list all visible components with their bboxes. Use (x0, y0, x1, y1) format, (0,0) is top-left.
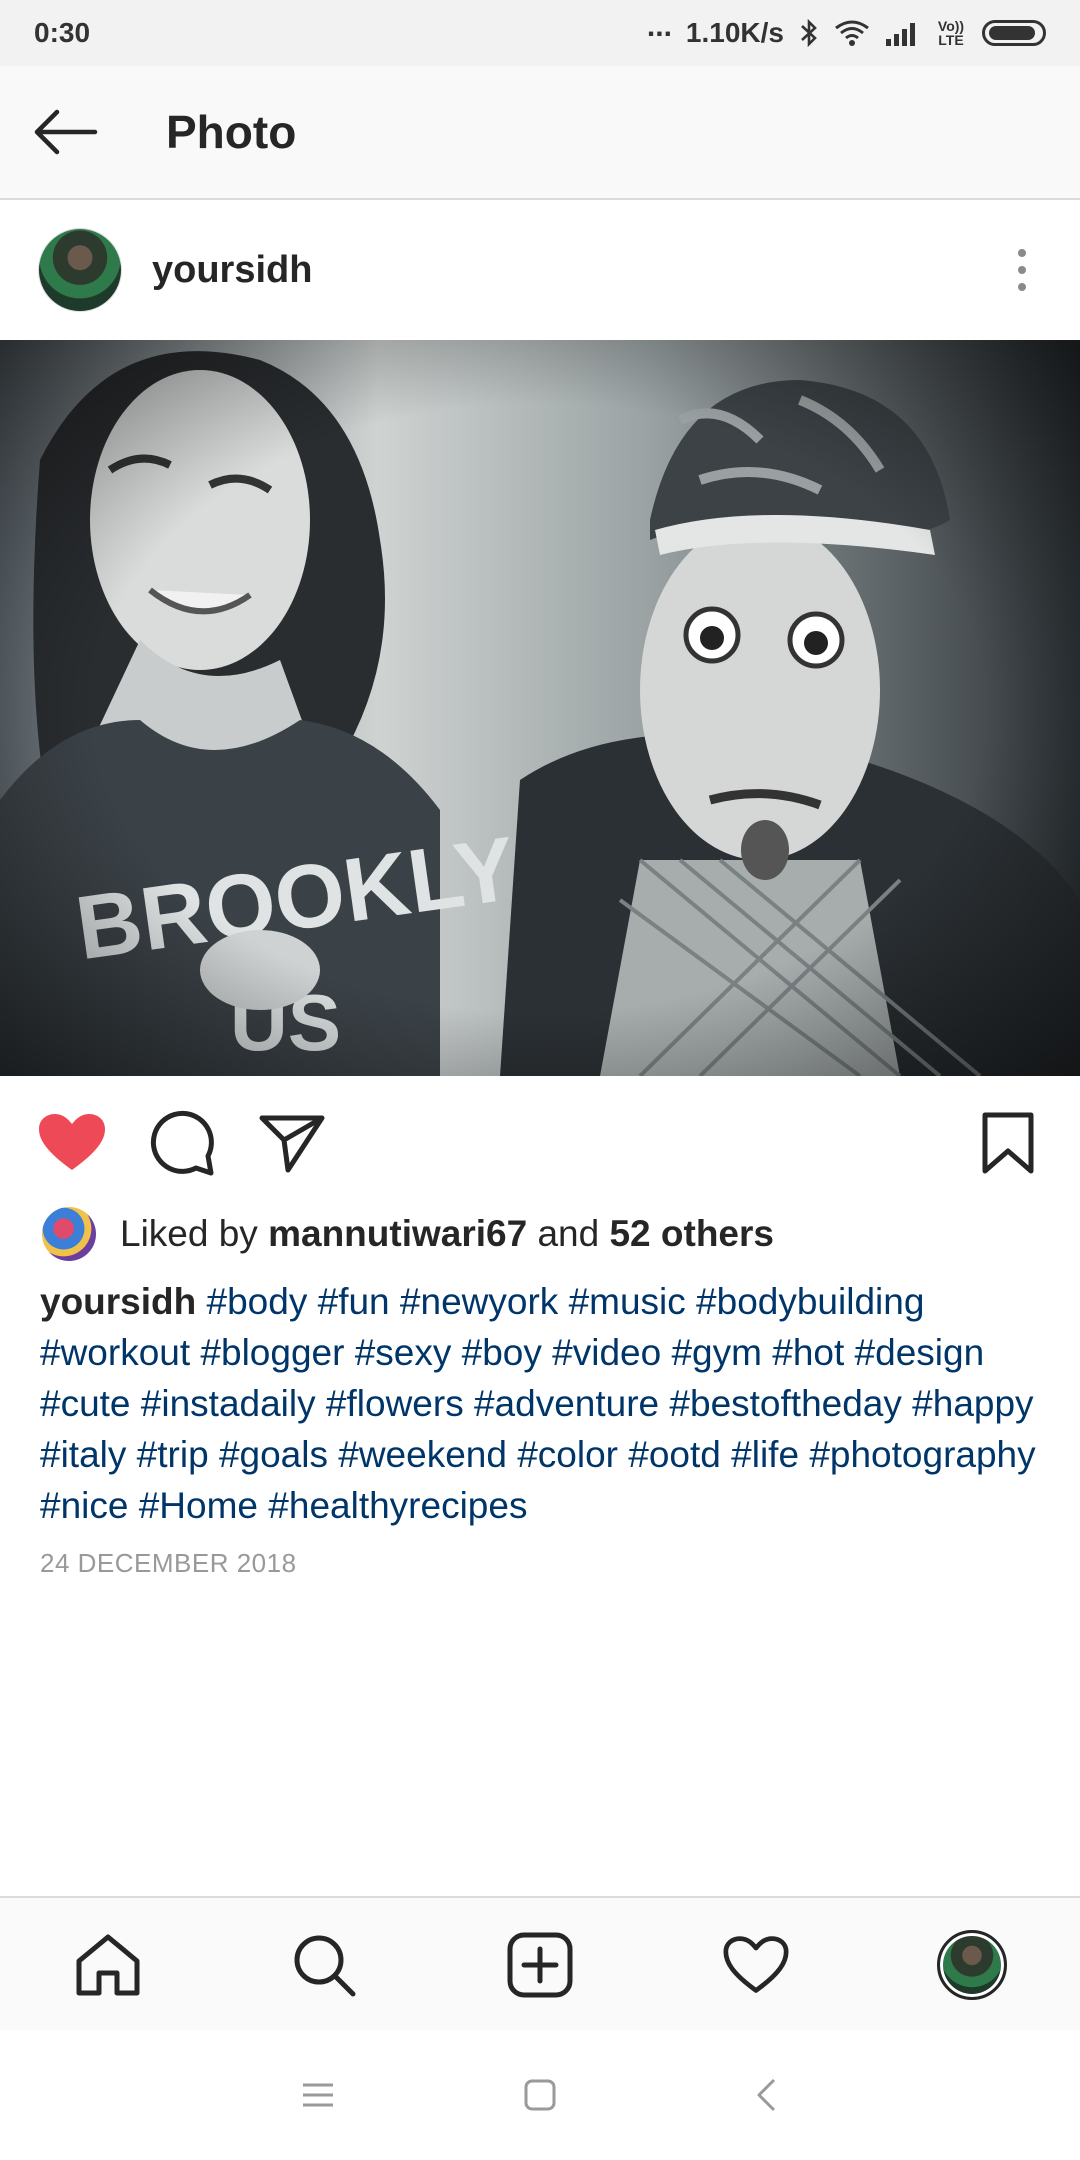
hashtag-link[interactable]: #blogger (200, 1332, 344, 1373)
arrow-left-icon (34, 109, 98, 155)
hashtag-link[interactable]: #italy (40, 1434, 126, 1475)
hashtag-link[interactable]: #flowers (326, 1383, 464, 1424)
post-author-avatar[interactable] (38, 228, 122, 312)
status-time: 0:30 (34, 17, 91, 48)
status-dots: ... (646, 10, 672, 43)
nav-search[interactable] (264, 1898, 384, 2032)
likes-conjunction: and (537, 1213, 600, 1254)
hashtag-link[interactable]: #bodybuilding (696, 1281, 924, 1322)
hashtag-link[interactable]: #newyork (400, 1281, 558, 1322)
hashtag-link[interactable]: #life (731, 1434, 799, 1475)
hashtag-link[interactable]: #weekend (338, 1434, 507, 1475)
hashtag-link[interactable]: #bestoftheday (669, 1383, 901, 1424)
more-dot (1018, 283, 1026, 291)
hashtag-link[interactable]: #photography (809, 1434, 1035, 1475)
volte-icon: Vo)) LTE (937, 18, 965, 48)
bookmark-icon (982, 1112, 1034, 1174)
hashtag-link[interactable]: #boy (462, 1332, 542, 1373)
nav-new-post[interactable] (480, 1898, 600, 2032)
hashtag-link[interactable]: #gym (671, 1332, 761, 1373)
menu-icon (303, 2083, 333, 2107)
post-header: yoursidh (0, 200, 1080, 340)
hashtag-link[interactable]: #Home (139, 1485, 258, 1526)
page-title: Photo (166, 106, 297, 158)
hashtag-link[interactable]: #instadaily (141, 1383, 316, 1424)
nav-home[interactable] (48, 1898, 168, 2032)
hashtag-link[interactable]: #color (517, 1434, 618, 1475)
post-caption: yoursidh #body #fun #newyork #music #bod… (40, 1276, 1040, 1531)
more-vertical-icon (1018, 249, 1026, 257)
network-speed: 1.10K/s (685, 17, 784, 48)
heart-filled-icon (39, 1114, 105, 1170)
bluetooth-icon (801, 18, 817, 48)
likes-summary[interactable]: Liked by mannutiwari67 and 52 others (42, 1204, 774, 1264)
home-icon (76, 1934, 140, 1996)
system-home-button[interactable] (490, 2030, 590, 2160)
battery-icon (982, 20, 1046, 46)
status-icons: ... 1.10K/s Vo)) LTE (647, 10, 1046, 50)
hashtag-link[interactable]: #adventure (474, 1383, 659, 1424)
signal-icon (886, 23, 915, 46)
hashtag-link[interactable]: #workout (40, 1332, 190, 1373)
search-icon (294, 1935, 356, 1997)
like-button[interactable] (30, 1100, 114, 1186)
hashtag-link[interactable]: #video (552, 1332, 661, 1373)
liker-username[interactable]: mannutiwari67 (268, 1213, 527, 1255)
nav-profile[interactable] (912, 1898, 1032, 2032)
add-post-icon (507, 1932, 573, 1998)
send-icon (259, 1115, 325, 1173)
hashtag-link[interactable]: #sexy (355, 1332, 452, 1373)
share-button[interactable] (250, 1100, 334, 1186)
post-photo[interactable]: BROOKLYN US (0, 340, 1080, 1076)
hashtag-link[interactable]: #trip (137, 1434, 209, 1475)
hashtag-link[interactable]: #happy (912, 1383, 1033, 1424)
system-nav-bar (0, 2030, 1080, 2160)
likes-others[interactable]: 52 others (609, 1213, 774, 1255)
likes-prefix: Liked by (120, 1213, 258, 1254)
wifi-icon (835, 20, 869, 46)
caption-username[interactable]: yoursidh (40, 1281, 196, 1322)
hashtag-link[interactable]: #ootd (628, 1434, 721, 1475)
post-username[interactable]: yoursidh (152, 249, 312, 292)
post-actions (0, 1100, 1080, 1186)
hashtag-link[interactable]: #healthyrecipes (268, 1485, 527, 1526)
post-photo-image: BROOKLYN US (0, 340, 1080, 1076)
hashtag-link[interactable]: #nice (40, 1485, 128, 1526)
comment-icon (150, 1110, 214, 1176)
system-back-button[interactable] (716, 2030, 816, 2160)
home-square-icon (524, 2079, 556, 2111)
activity-heart-icon (723, 1936, 789, 1993)
nav-activity[interactable] (696, 1898, 816, 2032)
app-header: Photo (0, 66, 1080, 200)
bottom-nav (0, 1896, 1080, 2030)
hashtag-link[interactable]: #cute (40, 1383, 131, 1424)
post-date: 24 DECEMBER 2018 (40, 1548, 297, 1578)
more-dot (1018, 266, 1026, 274)
more-options-button[interactable] (1002, 240, 1042, 300)
hashtag-link[interactable]: #body (207, 1281, 308, 1322)
hashtag-link[interactable]: #goals (219, 1434, 328, 1475)
hashtag-link[interactable]: #fun (318, 1281, 390, 1322)
profile-avatar (937, 1930, 1007, 2000)
back-button[interactable] (0, 65, 130, 199)
hashtag-link[interactable]: #design (855, 1332, 985, 1373)
hashtag-link[interactable]: #hot (772, 1332, 844, 1373)
hashtag-link[interactable]: #music (569, 1281, 686, 1322)
liker-avatar (42, 1207, 96, 1261)
status-bar: 0:30 ... 1.10K/s Vo)) LTE (0, 0, 1080, 66)
system-menu-button[interactable] (268, 2030, 368, 2160)
comment-button[interactable] (140, 1100, 224, 1186)
back-chevron-icon (757, 2078, 776, 2112)
save-button[interactable] (966, 1100, 1050, 1186)
